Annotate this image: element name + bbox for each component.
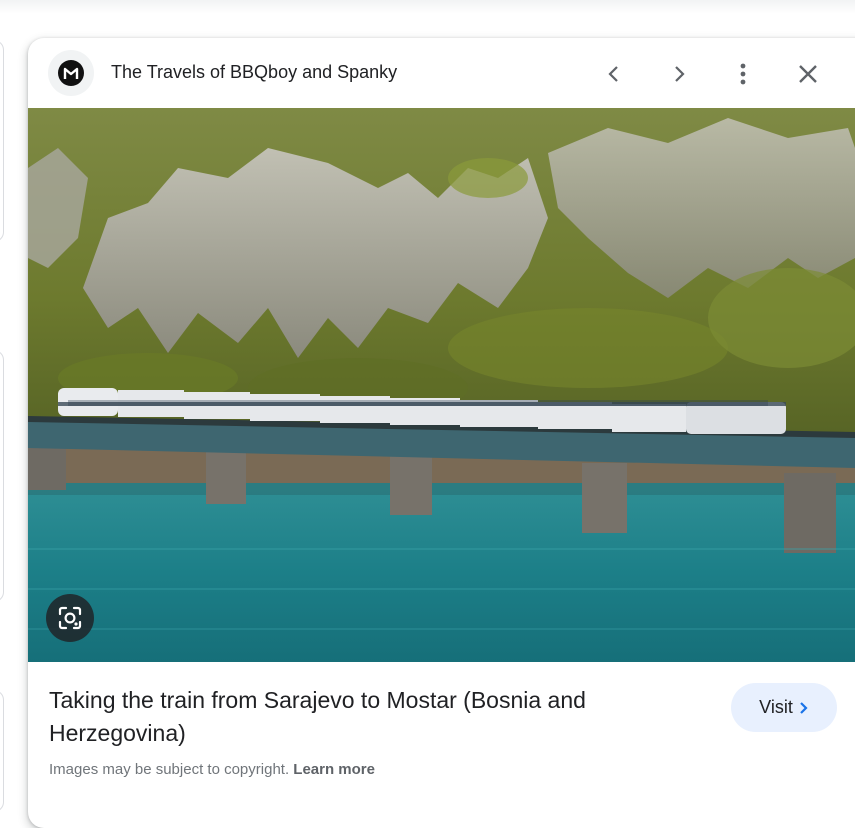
chevron-right-icon <box>800 701 808 714</box>
more-options-button[interactable] <box>725 56 761 92</box>
image-caption[interactable]: Taking the train from Sarajevo to Mostar… <box>49 684 649 750</box>
more-vert-icon <box>740 63 746 85</box>
google-lens-icon <box>58 606 82 630</box>
copyright-notice: Images may be subject to copyright. Lear… <box>49 761 375 778</box>
copyright-text: Images may be subject to copyright. <box>49 761 290 778</box>
travel-logo-icon <box>58 60 84 86</box>
next-button[interactable] <box>661 56 697 92</box>
google-lens-button[interactable] <box>46 594 94 642</box>
top-divider <box>0 0 855 14</box>
visit-button[interactable]: Visit <box>731 683 837 732</box>
previous-button[interactable] <box>596 56 632 92</box>
preview-image[interactable] <box>28 108 855 662</box>
chevron-left-icon <box>608 66 618 82</box>
source-favicon[interactable] <box>48 50 94 96</box>
source-title[interactable]: The Travels of BBQboy and Spanky <box>111 62 397 83</box>
background-card-fragment <box>0 350 4 602</box>
background-card-fragment <box>0 690 4 812</box>
train-bridge-photo <box>28 108 855 662</box>
image-preview-panel: The Travels of BBQboy and Spanky Taking … <box>28 38 855 828</box>
learn-more-link[interactable]: Learn more <box>293 761 375 778</box>
preview-header: The Travels of BBQboy and Spanky <box>28 38 855 108</box>
close-icon <box>799 65 817 83</box>
visit-label: Visit <box>759 697 793 717</box>
chevron-right-icon <box>675 66 685 82</box>
close-button[interactable] <box>790 56 826 92</box>
background-card-fragment <box>0 40 4 242</box>
